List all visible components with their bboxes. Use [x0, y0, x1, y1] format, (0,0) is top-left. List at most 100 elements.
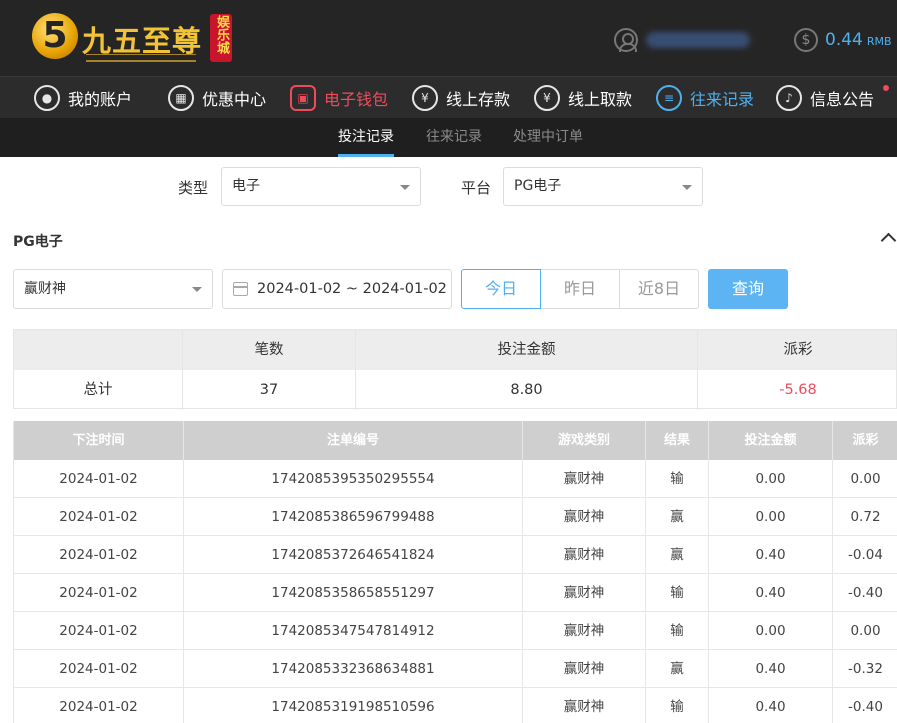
cell-game: 赢财神 — [523, 612, 646, 650]
cell-bet: 0.00 — [709, 612, 833, 650]
cell-game: 赢财神 — [523, 460, 646, 498]
notification-dot — [883, 85, 889, 91]
table-row: 2024-01-02 1742085395350295554 赢财神输 0.00 0.0… — [14, 460, 897, 498]
game-select[interactable]: 赢财神 — [13, 269, 213, 309]
cell-id: 1742085358658551297 — [184, 574, 523, 612]
cell-time: 2024-01-02 — [14, 498, 184, 536]
table-row: 2024-01-02 1742085347547814912 赢财神输 0.00 0.0… — [14, 612, 897, 650]
user-icon: ● — [34, 85, 60, 111]
coin-icon: $ — [794, 28, 818, 52]
cell-time: 2024-01-02 — [14, 460, 184, 498]
cell-result: 输 — [646, 688, 709, 723]
tab-pending-orders[interactable]: 处理中订单 — [513, 118, 583, 157]
logo-ornament — [86, 54, 196, 62]
balance-currency: RMB — [866, 35, 892, 48]
main-nav: ● 我的账户 ▦ 优惠中心 ▣ 电子钱包 ¥ 线上存款 ¥ 线上取款 ≡ 往来记录 ♪ 信息公… — [0, 76, 897, 118]
table-row: 2024-01-02 1742085319198510596 赢财神输 0.40 -0.… — [14, 688, 897, 723]
cell-payout: 0.00 — [850, 471, 881, 487]
nav-item-label: 电子钱包 — [324, 90, 389, 109]
nav-item-withdraw[interactable]: ¥ 线上取款 — [534, 77, 632, 119]
cell-bet: 0.40 — [709, 536, 833, 574]
summary-header-bet: 投注金额 — [356, 330, 698, 370]
username-masked — [646, 32, 750, 48]
column-header-time: 下注时间 — [14, 421, 184, 460]
cell-payout: -0.40 — [848, 699, 883, 715]
chevron-down-icon — [400, 185, 410, 190]
cell-game: 赢财神 — [523, 536, 646, 574]
platform-select[interactable]: PG电子 — [503, 167, 703, 206]
site-logo[interactable]: 5 九五至尊 娱乐城 — [30, 10, 240, 68]
game-select-value: 赢财神 — [24, 281, 66, 297]
cell-result: 输 — [646, 612, 709, 650]
column-header-payout: 派彩 — [833, 421, 897, 460]
nav-item-wallet[interactable]: ▣ 电子钱包 — [290, 77, 388, 119]
cell-payout: 0.00 — [850, 623, 881, 639]
cell-bet: 0.40 — [709, 650, 833, 688]
chevron-up-icon[interactable] — [881, 231, 895, 245]
nav-item-label: 线上存款 — [446, 90, 511, 109]
cell-time: 2024-01-02 — [14, 688, 184, 723]
cell-time: 2024-01-02 — [14, 650, 184, 688]
nav-item-promotions[interactable]: ▦ 优惠中心 — [168, 77, 266, 119]
nav-item-account[interactable]: ● 我的账户 — [34, 77, 132, 119]
type-label: 类型 — [178, 179, 209, 197]
summary-table: 笔数 投注金额 派彩 总计 37 8.80 -5.68 — [13, 329, 897, 410]
nav-item-records[interactable]: ≡ 往来记录 — [656, 77, 754, 119]
cell-game: 赢财神 — [523, 574, 646, 612]
nav-item-label: 信息公告 — [810, 90, 875, 109]
sub-tabs: 投注记录 往来记录 处理中订单 — [0, 118, 897, 157]
bet-records-table: 下注时间 注单编号 游戏类别 结果 投注金额 派彩 2024-01-02 1742… — [13, 421, 897, 723]
column-header-result: 结果 — [646, 421, 709, 460]
cell-bet: 0.40 — [709, 688, 833, 723]
balance-amount: 0.44 — [825, 30, 863, 50]
cell-id: 1742085347547814912 — [184, 612, 523, 650]
table-row: 2024-01-02 1742085332368634881 赢财神赢 0.40 -0.… — [14, 650, 897, 688]
cell-result: 赢 — [646, 498, 709, 536]
nav-item-label: 我的账户 — [68, 90, 133, 109]
table-row: 2024-01-02 1742085386596799488 赢财神赢 0.00 0.7… — [14, 498, 897, 536]
yesterday-button[interactable]: 昨日 — [540, 269, 620, 309]
platform-select-value: PG电子 — [514, 178, 562, 194]
gift-icon: ▦ — [168, 85, 194, 111]
date-range-input[interactable]: 2024-01-02 ~ 2024-01-02 — [222, 269, 452, 309]
summary-payout: -5.68 — [779, 382, 817, 398]
type-select[interactable]: 电子 — [221, 167, 421, 206]
cell-time: 2024-01-02 — [14, 612, 184, 650]
summary-count: 37 — [183, 370, 356, 410]
range-button-group: 今日 昨日 近8日 — [461, 269, 699, 309]
cell-id: 1742085395350295554 — [184, 460, 523, 498]
query-button[interactable]: 查询 — [708, 269, 788, 309]
nav-item-deposit[interactable]: ¥ 线上存款 — [412, 77, 510, 119]
logo-badge-text: 娱乐城 — [214, 15, 229, 54]
cell-game: 赢财神 — [523, 498, 646, 536]
tab-bet-records[interactable]: 投注记录 — [338, 118, 394, 157]
column-header-game: 游戏类别 — [523, 421, 646, 460]
nav-item-announcements[interactable]: ♪ 信息公告 — [776, 77, 874, 119]
cell-id: 1742085332368634881 — [184, 650, 523, 688]
summary-bet-amount: 8.80 — [356, 370, 698, 410]
deposit-icon: ¥ — [412, 85, 438, 111]
logo-emblem-icon: 5 — [32, 13, 78, 59]
cell-bet: 0.40 — [709, 574, 833, 612]
cell-payout: -0.32 — [848, 661, 883, 677]
nav-item-label: 线上取款 — [568, 90, 633, 109]
cell-bet: 0.00 — [709, 460, 833, 498]
user-avatar-icon[interactable] — [614, 28, 638, 52]
cell-game: 赢财神 — [523, 688, 646, 723]
table-row: 2024-01-02 1742085372646541824 赢财神赢 0.40 -0.… — [14, 536, 897, 574]
cell-result: 输 — [646, 460, 709, 498]
cell-id: 1742085386596799488 — [184, 498, 523, 536]
balance-display: 0.44 RMB — [825, 30, 892, 50]
last-8-days-button[interactable]: 近8日 — [619, 269, 699, 309]
calendar-icon — [233, 282, 248, 296]
logo-badge: 娱乐城 — [210, 14, 232, 62]
top-header: 5 九五至尊 娱乐城 $ 0.44 RMB — [0, 0, 897, 76]
table-row: 2024-01-02 1742085358658551297 赢财神输 0.40 -0.… — [14, 574, 897, 612]
section-title: PG电子 — [13, 234, 63, 250]
nav-item-label: 优惠中心 — [202, 90, 267, 109]
cell-result: 赢 — [646, 536, 709, 574]
today-button[interactable]: 今日 — [461, 269, 541, 309]
bell-icon: ♪ — [776, 85, 802, 111]
summary-row-label: 总计 — [14, 370, 183, 410]
tab-transactions[interactable]: 往来记录 — [426, 118, 482, 157]
